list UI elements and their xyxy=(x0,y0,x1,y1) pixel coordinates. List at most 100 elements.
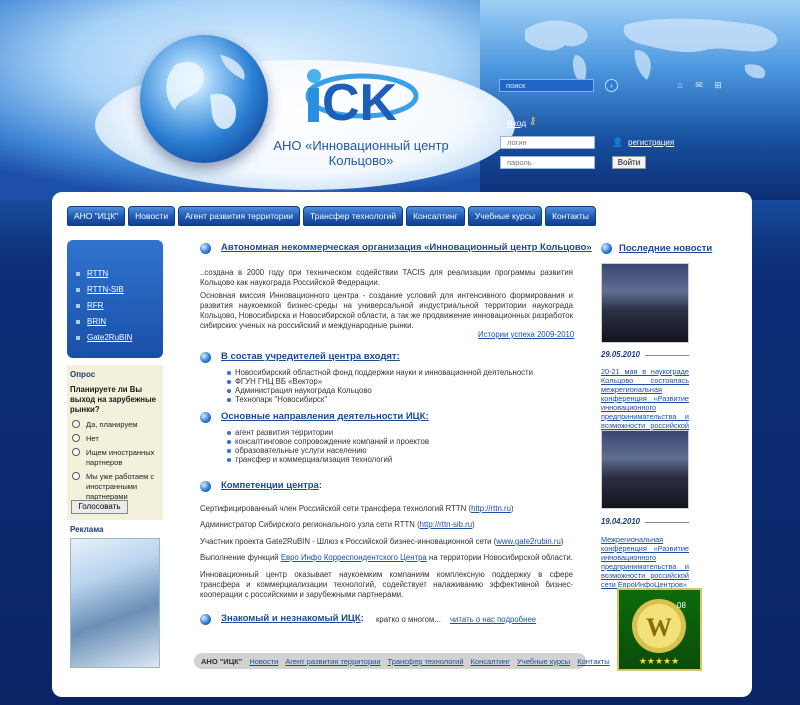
poll-option-label: Мы уже работаем с иностранными партнерам… xyxy=(86,472,155,501)
rttn-sib-link[interactable]: http://rttn-sib.ru xyxy=(420,520,472,529)
competence-text-end: на территории Новосибирской области. xyxy=(426,553,573,562)
sidebar-link-rfr[interactable]: RFR xyxy=(87,301,103,310)
competence-line-2: Администратор Сибирского регионального у… xyxy=(200,520,573,530)
founder-item: Технопарк "Новосибирск" xyxy=(235,395,328,404)
nav-item-contacts[interactable]: Контакты xyxy=(545,206,596,226)
poll-option-label: Да, планируем xyxy=(86,420,138,429)
vote-button[interactable]: Голосовать xyxy=(71,500,128,514)
news-date: 29.05.2010 xyxy=(601,350,641,359)
poll-radio-seeking[interactable] xyxy=(72,448,80,456)
rttn-link[interactable]: http://rttn.ru xyxy=(471,504,511,513)
news-item-link[interactable]: Межрегиональная конференция «Развитие ин… xyxy=(601,535,689,589)
bullet-icon xyxy=(227,380,231,384)
bullet-icon xyxy=(76,320,80,324)
key-icon: ⚷ xyxy=(529,116,537,127)
paren-close: ) xyxy=(510,504,514,513)
direction-item: трансфер и коммерциализация технологий xyxy=(235,455,393,464)
ads-title: Реклама xyxy=(70,525,104,534)
date-divider xyxy=(645,522,689,523)
footer-item-about[interactable]: АНО "ИЦК" xyxy=(201,657,242,666)
poll-radio-yes[interactable] xyxy=(72,420,80,428)
nav-item-news[interactable]: Новости xyxy=(128,206,176,226)
search-input[interactable]: поиск xyxy=(499,79,594,92)
familiar-colon: : xyxy=(360,613,364,624)
globe-icon xyxy=(140,35,268,163)
competence-text: Сертифицированный член Российской сети т… xyxy=(200,504,472,513)
direction-item: образовательные услуги населению xyxy=(235,446,367,455)
login-field[interactable]: логин xyxy=(500,136,595,149)
footer-item-agent[interactable]: Агент развития территории xyxy=(285,657,380,666)
about-more-link[interactable]: читать о нас подробнее xyxy=(450,615,536,624)
poll-question: Планируете ли Вы выход на зарубежные рын… xyxy=(70,385,156,414)
history-link[interactable]: Истории успеха 2009-2010 xyxy=(478,330,574,339)
bullet-icon xyxy=(76,288,80,292)
arrow-right-icon: › xyxy=(610,81,613,90)
poll-radio-no[interactable] xyxy=(72,434,80,442)
footer-item-news[interactable]: Новости xyxy=(249,657,278,666)
competence-title[interactable]: Компетенции центра xyxy=(221,480,319,491)
bullet-icon xyxy=(227,440,231,444)
mission-text: Основная миссия Инновационного центра - … xyxy=(200,291,573,330)
password-field[interactable]: пароль xyxy=(500,156,595,169)
bullet-icon xyxy=(227,389,231,393)
footer-item-contacts[interactable]: Контакты xyxy=(577,657,609,666)
euro-info-link[interactable]: Евро Инфо Корреспондентского Центра xyxy=(281,553,427,562)
award-badge-graphic: W 08 ★★★★★ xyxy=(632,599,686,667)
search-go-button[interactable]: › xyxy=(605,79,618,92)
login-button[interactable]: Войти xyxy=(612,156,646,169)
news-title[interactable]: Последние новости xyxy=(619,243,712,254)
sidebar-link-gate2rubin[interactable]: Gate2RuBIN xyxy=(87,333,132,342)
gate2rubin-link[interactable]: www.gate2rubin.ru xyxy=(496,537,561,546)
date-divider xyxy=(645,355,689,356)
news-photo[interactable] xyxy=(601,430,689,509)
familiar-heading: Знакомый и незнакомый ИЦК: xyxy=(221,613,364,624)
main-title: Автономная некоммерческая организация «И… xyxy=(221,242,592,253)
news-photo[interactable] xyxy=(601,263,689,343)
svg-text:W: W xyxy=(646,613,672,642)
login-link[interactable]: Вход xyxy=(507,118,526,128)
founder-item: ФГУН ГНЦ ВБ «Вектор» xyxy=(235,377,323,386)
competence-text: Выполнение функций xyxy=(200,553,281,562)
familiar-title[interactable]: Знакомый и незнакомый ИЦК xyxy=(221,613,361,624)
nav-item-courses[interactable]: Учебные курсы xyxy=(467,206,543,226)
poll-option-label: Ищем иностранных партнеров xyxy=(86,448,155,467)
heading-ball-icon xyxy=(200,243,211,254)
mail-icon[interactable]: ✉ xyxy=(693,79,705,91)
heading-ball-icon xyxy=(200,481,211,492)
sidebar-link-rttn-sib[interactable]: RTTN-SIB xyxy=(87,285,124,294)
bullet-icon xyxy=(227,458,231,462)
sitemap-icon[interactable]: ⊞ xyxy=(712,79,724,91)
main-nav: АНО "ИЦК" Новости Агент развития террито… xyxy=(67,206,596,226)
footer-item-transfer[interactable]: Трансфер технологий xyxy=(388,657,464,666)
bullet-icon xyxy=(227,431,231,435)
familiar-text: кратко о многом... xyxy=(376,615,441,624)
footer-nav: АНО "ИЦК" Новости Агент развития террито… xyxy=(194,653,610,669)
nav-item-about[interactable]: АНО "ИЦК" xyxy=(67,206,126,226)
footer-item-courses[interactable]: Учебные курсы xyxy=(517,657,570,666)
footer-item-consulting[interactable]: Консалтинг xyxy=(471,657,510,666)
bullet-icon xyxy=(76,304,80,308)
bullet-icon xyxy=(227,398,231,402)
user-icon: 👤 xyxy=(612,137,624,147)
nav-item-agent[interactable]: Агент развития территории xyxy=(178,206,300,226)
poll-option-label: Нет xyxy=(86,434,99,443)
ad-banner-image[interactable] xyxy=(70,538,160,668)
home-icon[interactable]: ⌂ xyxy=(674,79,686,91)
nav-item-transfer[interactable]: Трансфер технологий xyxy=(302,206,404,226)
nav-item-consulting[interactable]: Консалтинг xyxy=(406,206,465,226)
direction-item: агент развития территории xyxy=(235,428,334,437)
bullet-icon xyxy=(227,449,231,453)
founder-item: Новосибирский областной фонд поддержки н… xyxy=(235,368,533,377)
sidebar-link-rttn[interactable]: RTTN xyxy=(87,269,108,278)
register-link[interactable]: регистрация xyxy=(628,138,674,147)
heading-ball-icon xyxy=(601,243,612,254)
paren-close: ) xyxy=(472,520,475,529)
direction-item: консалтинговое сопровождение компаний и … xyxy=(235,437,429,446)
svg-text:★★★★★: ★★★★★ xyxy=(639,657,679,667)
bullet-icon xyxy=(227,371,231,375)
ick-logo-icon: CK xyxy=(305,69,419,126)
sidebar-link-brin[interactable]: BRIN xyxy=(87,317,106,326)
poll-radio-working[interactable] xyxy=(72,472,80,480)
poll-title: Опрос xyxy=(70,370,96,379)
heading-ball-icon xyxy=(200,614,211,625)
